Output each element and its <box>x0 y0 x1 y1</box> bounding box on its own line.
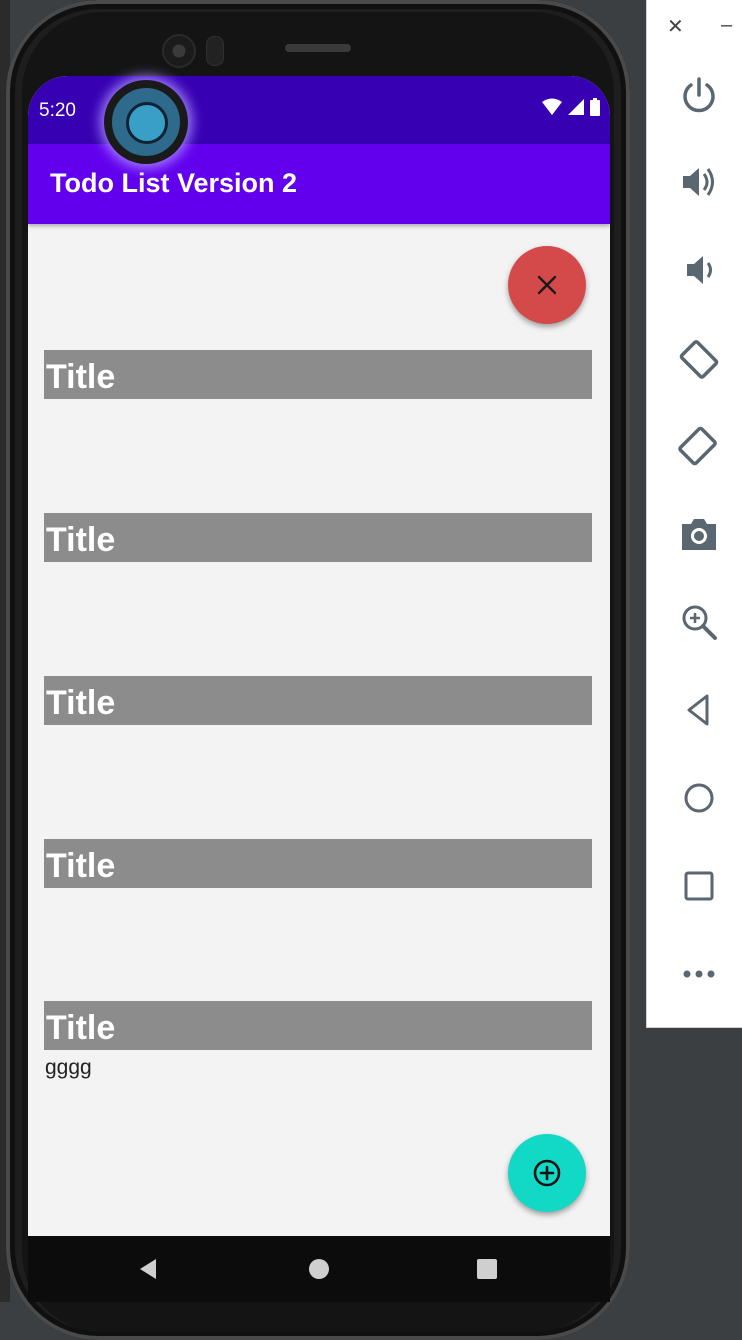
battery-icon <box>590 98 600 116</box>
nav-back-icon[interactable] <box>136 1256 162 1282</box>
close-icon[interactable]: ✕ <box>667 14 684 39</box>
nav-home-icon[interactable] <box>306 1256 332 1282</box>
device-screen: 5:20 Todo List Version 2 Title Title Tit… <box>28 76 610 1302</box>
zoom-icon <box>682 605 717 640</box>
back-icon <box>687 694 709 726</box>
bubble-ring <box>110 86 182 158</box>
todo-item-title[interactable]: Title <box>44 350 592 399</box>
more-button[interactable] <box>677 952 721 996</box>
todo-item-title[interactable]: Title <box>44 839 592 888</box>
emulator-toolbar: ✕ – <box>646 0 742 1028</box>
todo-item-title[interactable]: Title <box>44 513 592 562</box>
home-button[interactable] <box>677 776 721 820</box>
android-nav-bar <box>28 1236 610 1302</box>
app-bar: Todo List Version 2 <box>28 144 610 224</box>
bubble-lens-icon <box>126 102 168 144</box>
close-fab-button[interactable] <box>508 246 586 324</box>
camera-icon <box>682 519 716 550</box>
volume-down-icon <box>687 256 712 284</box>
todo-list[interactable]: Title Title Title Title Title gggg <box>28 224 610 1236</box>
earpiece-speaker <box>285 44 351 52</box>
rotate-left-button[interactable] <box>677 336 721 380</box>
cell-signal-icon <box>568 99 584 115</box>
back-button[interactable] <box>677 688 721 732</box>
rotate-left-icon <box>679 340 719 379</box>
todo-item-title[interactable]: Title <box>44 1001 592 1050</box>
rotate-right-button[interactable] <box>677 424 721 468</box>
zoom-button[interactable] <box>677 600 721 644</box>
volume-up-button[interactable] <box>677 160 721 204</box>
home-icon <box>684 783 714 813</box>
more-icon <box>683 970 715 978</box>
close-icon <box>537 275 557 295</box>
status-icons <box>542 98 600 116</box>
screenshot-button[interactable] <box>677 512 721 556</box>
rotate-right-icon <box>678 426 717 466</box>
add-todo-fab-button[interactable] <box>508 1134 586 1212</box>
minimize-icon[interactable]: – <box>721 14 732 37</box>
overview-icon <box>684 871 714 901</box>
power-icon <box>683 77 715 113</box>
front-camera <box>162 34 196 68</box>
app-title: Todo List Version 2 <box>50 168 298 198</box>
nav-overview-icon[interactable] <box>474 1256 500 1282</box>
volume-down-button[interactable] <box>677 248 721 292</box>
add-circle-icon <box>533 1159 561 1187</box>
floating-bubble-overlay[interactable] <box>104 80 188 164</box>
overview-button[interactable] <box>677 864 721 908</box>
ide-background-strip <box>630 0 646 1302</box>
status-time: 5:20 <box>39 100 76 121</box>
volume-up-icon <box>683 168 714 196</box>
todo-item-title[interactable]: Title <box>44 676 592 725</box>
wifi-icon <box>542 98 562 115</box>
todo-item-description: gggg <box>45 1056 92 1079</box>
power-button[interactable] <box>677 73 721 117</box>
proximity-sensor <box>206 36 224 66</box>
